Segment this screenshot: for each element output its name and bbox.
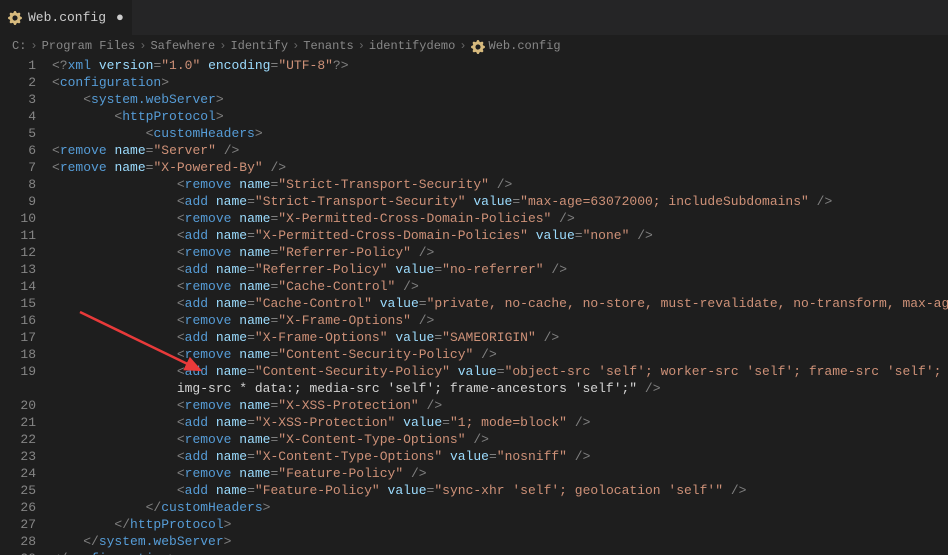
- code-line[interactable]: <configuration>: [52, 74, 948, 91]
- line-number: 15: [0, 295, 36, 312]
- code-line[interactable]: <add name="Referrer-Policy" value="no-re…: [52, 261, 948, 278]
- code-line[interactable]: </customHeaders>: [52, 499, 948, 516]
- line-number: 10: [0, 210, 36, 227]
- code-line[interactable]: <remove name="Cache-Control" />: [52, 278, 948, 295]
- code-line[interactable]: <remove name="Referrer-Policy" />: [52, 244, 948, 261]
- code-line[interactable]: <remove name="X-Frame-Options" />: [52, 312, 948, 329]
- code-line[interactable]: <customHeaders>: [52, 125, 948, 142]
- line-number: 25: [0, 482, 36, 499]
- line-number: 24: [0, 465, 36, 482]
- line-number: 28: [0, 533, 36, 550]
- code-line[interactable]: img-src * data:; media-src 'self'; frame…: [52, 380, 948, 397]
- code-line[interactable]: </configuration>: [52, 550, 948, 555]
- code-area[interactable]: <?xml version="1.0" encoding="UTF-8"?><c…: [46, 57, 948, 555]
- code-line[interactable]: </httpProtocol>: [52, 516, 948, 533]
- line-number: 5: [0, 125, 36, 142]
- chevron-right-icon: ›: [358, 39, 365, 53]
- line-number: 17: [0, 329, 36, 346]
- tab-bar: Web.config ●: [0, 0, 948, 35]
- line-number: 16: [0, 312, 36, 329]
- breadcrumb-segment[interactable]: C:: [12, 39, 26, 53]
- line-number: 19: [0, 363, 36, 380]
- line-number: 7: [0, 159, 36, 176]
- editor[interactable]: 1234567891011121314151617181920212223242…: [0, 57, 948, 555]
- line-number: 6: [0, 142, 36, 159]
- line-number: 2: [0, 74, 36, 91]
- code-line[interactable]: <remove name="Content-Security-Policy" /…: [52, 346, 948, 363]
- code-line[interactable]: <add name="Feature-Policy" value="sync-x…: [52, 482, 948, 499]
- line-number: 12: [0, 244, 36, 261]
- code-line[interactable]: <system.webServer>: [52, 91, 948, 108]
- code-line[interactable]: <httpProtocol>: [52, 108, 948, 125]
- line-number: 26: [0, 499, 36, 516]
- breadcrumb-segment[interactable]: Safewhere: [150, 39, 215, 53]
- breadcrumb-file[interactable]: Web.config: [489, 39, 561, 53]
- line-number: 8: [0, 176, 36, 193]
- breadcrumb: C: › Program Files › Safewhere › Identif…: [0, 35, 948, 57]
- code-line[interactable]: <add name="X-XSS-Protection" value="1; m…: [52, 414, 948, 431]
- tab-webconfig[interactable]: Web.config ●: [0, 0, 132, 35]
- code-line[interactable]: <add name="X-Content-Type-Options" value…: [52, 448, 948, 465]
- line-number: 23: [0, 448, 36, 465]
- breadcrumb-segment[interactable]: identifydemo: [369, 39, 455, 53]
- gear-icon: [471, 40, 485, 54]
- line-number: 4: [0, 108, 36, 125]
- code-line[interactable]: <remove name="Server" />: [52, 142, 948, 159]
- code-line[interactable]: <remove name="Strict-Transport-Security"…: [52, 176, 948, 193]
- code-line[interactable]: <remove name="Feature-Policy" />: [52, 465, 948, 482]
- line-number: 29: [0, 550, 36, 555]
- chevron-right-icon: ›: [219, 39, 226, 53]
- line-number: 20: [0, 397, 36, 414]
- line-number: [0, 380, 36, 397]
- code-line[interactable]: <remove name="X-XSS-Protection" />: [52, 397, 948, 414]
- code-line[interactable]: </system.webServer>: [52, 533, 948, 550]
- line-number: 3: [0, 91, 36, 108]
- code-line[interactable]: <add name="Content-Security-Policy" valu…: [52, 363, 948, 380]
- line-number: 14: [0, 278, 36, 295]
- line-number: 13: [0, 261, 36, 278]
- code-line[interactable]: <add name="Strict-Transport-Security" va…: [52, 193, 948, 210]
- line-number: 21: [0, 414, 36, 431]
- line-number: 1: [0, 57, 36, 74]
- breadcrumb-segment[interactable]: Tenants: [303, 39, 353, 53]
- code-line[interactable]: <add name="X-Frame-Options" value="SAMEO…: [52, 329, 948, 346]
- code-line[interactable]: <remove name="X-Permitted-Cross-Domain-P…: [52, 210, 948, 227]
- code-line[interactable]: <add name="Cache-Control" value="private…: [52, 295, 948, 312]
- chevron-right-icon: ›: [459, 39, 466, 53]
- dirty-indicator-icon: ●: [112, 10, 124, 25]
- code-line[interactable]: <?xml version="1.0" encoding="UTF-8"?>: [52, 57, 948, 74]
- code-line[interactable]: <remove name="X-Powered-By" />: [52, 159, 948, 176]
- breadcrumb-segment[interactable]: Program Files: [42, 39, 136, 53]
- line-number: 9: [0, 193, 36, 210]
- line-number: 22: [0, 431, 36, 448]
- line-number-gutter: 1234567891011121314151617181920212223242…: [0, 57, 46, 555]
- chevron-right-icon: ›: [139, 39, 146, 53]
- gear-icon: [8, 11, 22, 25]
- code-line[interactable]: <add name="X-Permitted-Cross-Domain-Poli…: [52, 227, 948, 244]
- code-line[interactable]: <remove name="X-Content-Type-Options" />: [52, 431, 948, 448]
- line-number: 27: [0, 516, 36, 533]
- chevron-right-icon: ›: [30, 39, 37, 53]
- chevron-right-icon: ›: [292, 39, 299, 53]
- line-number: 18: [0, 346, 36, 363]
- line-number: 11: [0, 227, 36, 244]
- breadcrumb-segment[interactable]: Identify: [230, 39, 288, 53]
- tab-label: Web.config: [28, 10, 106, 25]
